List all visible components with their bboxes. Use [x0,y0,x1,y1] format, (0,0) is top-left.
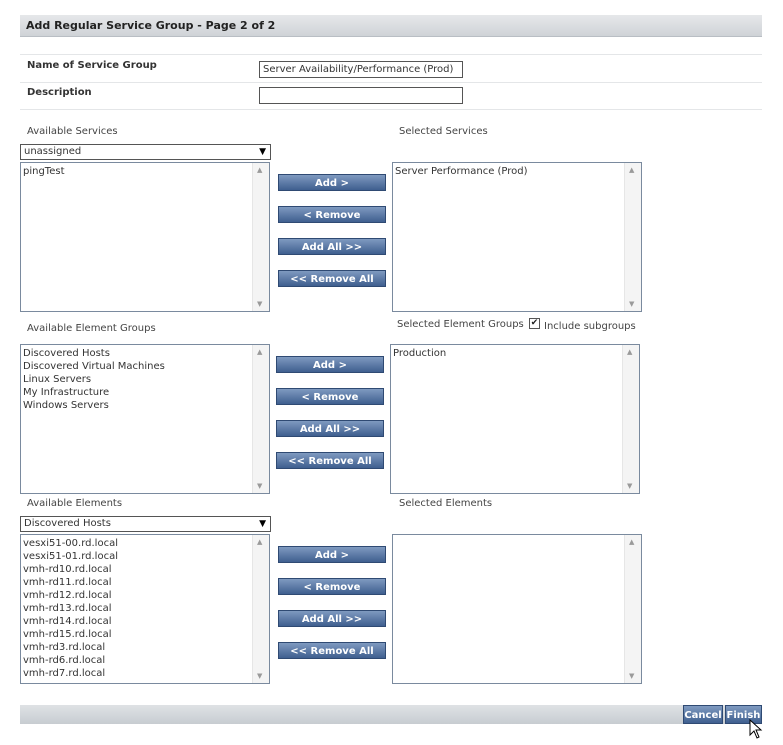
description-input[interactable] [259,87,463,104]
list-item[interactable]: vesxi51-00.rd.local [23,537,251,550]
scroll-up-icon[interactable]: ▲ [627,348,632,356]
scrollbar[interactable]: ▲ ▼ [252,345,269,493]
elements-add-all-button[interactable]: Add All >> [278,610,386,627]
scrollbar[interactable]: ▲ ▼ [622,345,639,493]
list-item[interactable]: vmh-rd15.rd.local [23,628,251,641]
description-label: Description [27,87,92,98]
list-item[interactable]: pingTest [23,165,251,178]
divider [20,82,762,83]
elements-filter-select[interactable]: Discovered Hosts ▼ [20,516,271,532]
list-item[interactable]: Linux Servers [23,373,251,386]
services-remove-button[interactable]: < Remove [278,206,386,223]
list-item[interactable]: My Infrastructure [23,386,251,399]
dialog-header: Add Regular Service Group - Page 2 of 2 [20,15,762,37]
dialog-footer [20,705,762,724]
scrollbar[interactable]: ▲ ▼ [624,163,641,311]
list-item[interactable]: Discovered Virtual Machines [23,360,251,373]
selected-elements-label: Selected Elements [399,498,493,509]
elements-remove-all-button[interactable]: << Remove All [278,642,386,659]
list-item[interactable]: vmh-rd12.rd.local [23,589,251,602]
chevron-down-icon: ▼ [259,147,266,157]
scroll-up-icon[interactable]: ▲ [257,166,262,174]
available-element-groups-list[interactable]: Discovered Hosts Discovered Virtual Machi… [20,344,270,494]
selected-services-label: Selected Services [399,126,488,137]
scroll-up-icon[interactable]: ▲ [257,348,262,356]
list-item[interactable]: vmh-rd14.rd.local [23,615,251,628]
services-add-button[interactable]: Add > [278,174,386,191]
list-item[interactable]: vmh-rd11.rd.local [23,576,251,589]
list-item[interactable]: vesxi51-01.rd.local [23,550,251,563]
scroll-down-icon[interactable]: ▼ [257,300,262,308]
scroll-up-icon[interactable]: ▲ [629,538,634,546]
selected-element-groups-list[interactable]: Production ▲ ▼ [390,344,640,494]
element-groups-remove-button[interactable]: < Remove [276,388,384,405]
elements-remove-button[interactable]: < Remove [278,578,386,595]
selected-element-groups-label: Selected Element Groups [397,319,524,330]
scroll-down-icon[interactable]: ▼ [629,672,634,680]
element-groups-add-button[interactable]: Add > [276,356,384,373]
services-add-all-button[interactable]: Add All >> [278,238,386,255]
available-elements-list[interactable]: vesxi51-00.rd.local vesxi51-01.rd.local vm… [20,534,270,684]
selected-elements-list[interactable]: ▲ ▼ [392,534,642,684]
scroll-down-icon[interactable]: ▼ [627,482,632,490]
selected-services-list[interactable]: Server Performance (Prod) ▲ ▼ [392,162,642,312]
available-services-list[interactable]: pingTest ▲ ▼ [20,162,270,312]
list-item[interactable]: vmh-rd3.rd.local [23,641,251,654]
elements-filter-value: Discovered Hosts [24,518,111,529]
divider [20,54,762,55]
scroll-up-icon[interactable]: ▲ [257,538,262,546]
chevron-down-icon: ▼ [259,519,266,529]
element-groups-remove-all-button[interactable]: << Remove All [276,452,384,469]
scroll-down-icon[interactable]: ▼ [257,672,262,680]
name-input[interactable]: Server Availability/Performance (Prod) [259,61,463,78]
scroll-down-icon[interactable]: ▼ [257,482,262,490]
name-label: Name of Service Group [27,60,157,71]
scroll-down-icon[interactable]: ▼ [629,300,634,308]
list-item[interactable]: vmh-rd7.rd.local [23,667,251,680]
scrollbar[interactable]: ▲ ▼ [252,535,269,683]
element-groups-add-all-button[interactable]: Add All >> [276,420,384,437]
available-element-groups-label: Available Element Groups [27,323,156,334]
divider [20,109,762,110]
include-subgroups-label: Include subgroups [544,321,636,332]
scrollbar[interactable]: ▲ ▼ [624,535,641,683]
mouse-cursor-icon [749,719,763,739]
list-item[interactable]: vmh-rd10.rd.local [23,563,251,576]
include-subgroups-checkbox[interactable]: ✔ [529,318,540,329]
services-filter-select[interactable]: unassigned ▼ [20,144,271,160]
list-item[interactable]: vmh-rd13.rd.local [23,602,251,615]
list-item[interactable]: Production [393,347,621,360]
list-item[interactable]: Server Performance (Prod) [395,165,623,178]
services-filter-value: unassigned [24,146,82,157]
services-remove-all-button[interactable]: << Remove All [278,270,386,287]
cancel-button[interactable]: Cancel [683,705,723,724]
available-elements-label: Available Elements [27,498,123,509]
scrollbar[interactable]: ▲ ▼ [252,163,269,311]
available-services-label: Available Services [27,126,118,137]
dialog-title: Add Regular Service Group - Page 2 of 2 [26,19,276,32]
list-item[interactable]: Discovered Hosts [23,347,251,360]
list-item[interactable]: vmh-rd6.rd.local [23,654,251,667]
list-item[interactable]: Windows Servers [23,399,251,412]
scroll-up-icon[interactable]: ▲ [629,166,634,174]
elements-add-button[interactable]: Add > [278,546,386,563]
